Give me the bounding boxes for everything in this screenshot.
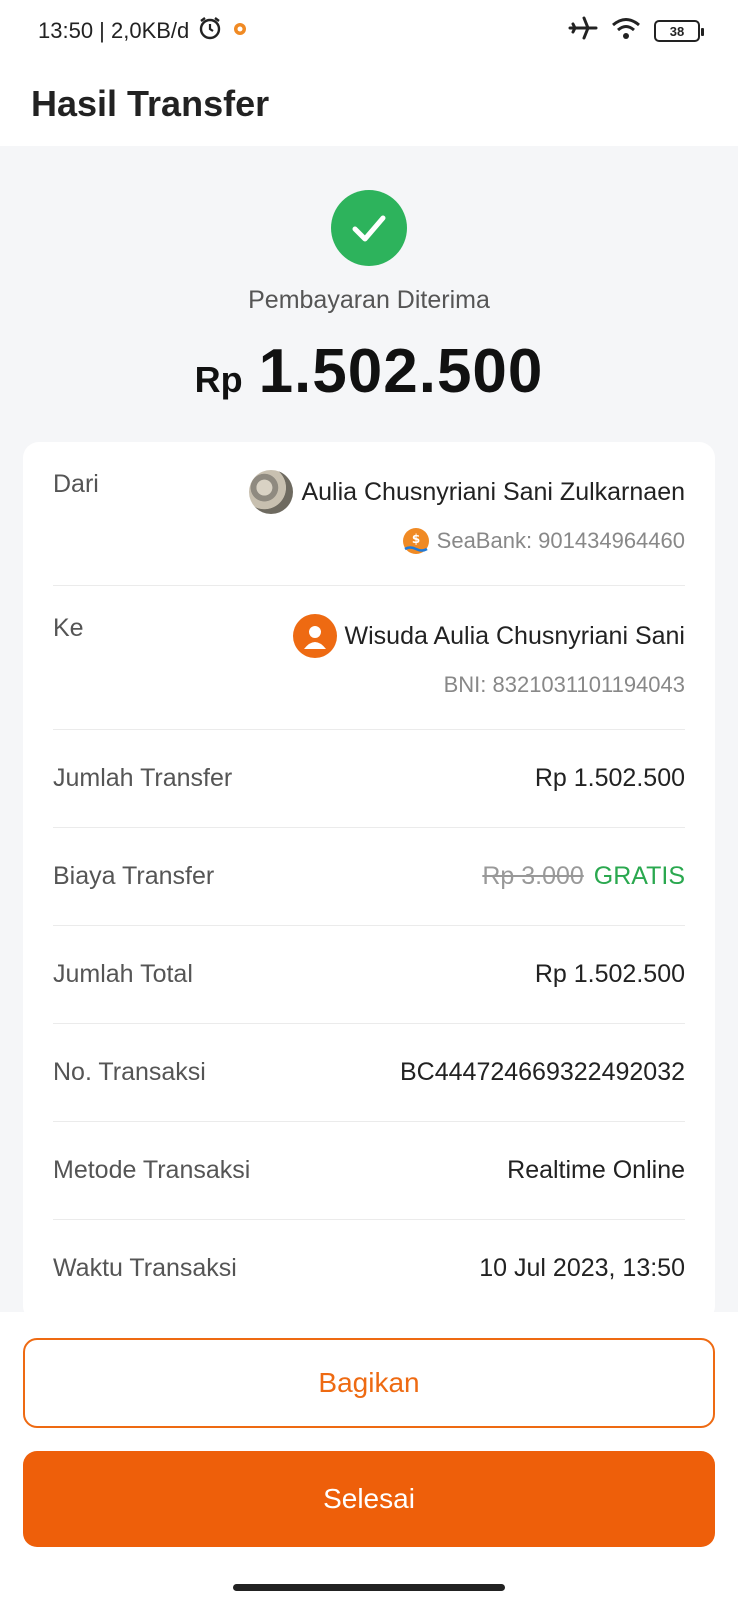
wifi-icon (610, 16, 642, 46)
success-check-icon (331, 190, 407, 266)
alarm-icon (197, 15, 223, 47)
detail-value: Rp 1.502.500 (534, 764, 685, 792)
app-header: Hasil Transfer (0, 62, 738, 146)
detail-value: 10 Jul 2023, 13:50 (479, 1254, 685, 1282)
recipient-info: Wisuda Aulia Chusnyriani Sani BNI: 83210… (292, 614, 685, 698)
detail-row-transaction-id: No. Transaksi BC444724669322492032 (53, 1024, 685, 1122)
sender-info: Aulia Chusnyriani Sani Zulkarnaen $ SeaB… (249, 470, 685, 554)
user-avatar-icon (292, 614, 337, 658)
share-button[interactable]: Bagikan (23, 1338, 715, 1428)
airplane-icon (568, 15, 598, 47)
recipient-name-line: Wisuda Aulia Chusnyriani Sani (292, 614, 685, 658)
fee-value: Rp 3.000 GRATIS (482, 862, 685, 891)
detail-label: Ke (53, 614, 84, 642)
transfer-result-summary: Pembayaran Diterima Rp 1.502.500 (0, 146, 738, 442)
recipient-account-line: BNI: 8321031101194043 (444, 672, 685, 698)
detail-value: Realtime Online (507, 1156, 685, 1184)
status-right: 38 (568, 15, 704, 47)
amount-display: Rp 1.502.500 (0, 336, 738, 407)
detail-label: Waktu Transaksi (53, 1254, 237, 1282)
notification-app-icon (231, 18, 249, 44)
sender-name-line: Aulia Chusnyriani Sani Zulkarnaen (249, 470, 685, 514)
payment-status-label: Pembayaran Diterima (248, 286, 490, 314)
detail-row-method: Metode Transaksi Realtime Online (53, 1122, 685, 1220)
original-fee: Rp 3.000 (482, 862, 584, 890)
detail-row-total: Jumlah Total Rp 1.502.500 (53, 926, 685, 1024)
page-title: Hasil Transfer (31, 83, 270, 124)
detail-row-time: Waktu Transaksi 10 Jul 2023, 13:50 (53, 1220, 685, 1318)
detail-row-to: Ke Wisuda Aulia Chusnyriani Sani BNI: 83… (53, 586, 685, 730)
status-bar: 13:50 | 2,0KB/d 38 (0, 0, 738, 62)
detail-row-transfer-amount: Jumlah Transfer Rp 1.502.500 (53, 730, 685, 828)
sender-account: SeaBank: 901434964460 (436, 528, 685, 553)
transaction-details-card: Dari Aulia Chusnyriani Sani Zulkarnaen $… (23, 442, 715, 1322)
detail-value: Rp 1.502.500 (534, 960, 685, 988)
detail-label: Metode Transaksi (53, 1156, 251, 1184)
detail-label: Biaya Transfer (53, 862, 215, 890)
sender-account-line: $ SeaBank: 901434964460 (402, 528, 685, 554)
seabank-icon: $ (402, 528, 429, 554)
recipient-name: Wisuda Aulia Chusnyriani Sani (344, 621, 685, 650)
recipient-account: BNI: 8321031101194043 (443, 672, 685, 697)
free-badge: GRATIS (593, 862, 685, 890)
detail-label: Dari (53, 470, 99, 498)
svg-text:$: $ (411, 532, 419, 546)
detail-row-transfer-fee: Biaya Transfer Rp 3.000 GRATIS (53, 828, 685, 926)
done-button[interactable]: Selesai (23, 1451, 715, 1547)
status-left: 13:50 | 2,0KB/d (38, 15, 249, 47)
status-time: 13:50 | 2,0KB/d (38, 18, 190, 43)
sender-avatar (249, 470, 294, 514)
amount-currency: Rp (194, 359, 243, 400)
detail-row-from: Dari Aulia Chusnyriani Sani Zulkarnaen $… (53, 442, 685, 586)
detail-label: No. Transaksi (53, 1058, 206, 1086)
battery-icon: 38 (654, 20, 704, 42)
amount-value: 1.502.500 (258, 337, 544, 406)
detail-label: Jumlah Transfer (53, 764, 233, 792)
detail-value: BC444724669322492032 (400, 1058, 685, 1086)
bottom-action-bar: Bagikan Selesai (0, 1312, 738, 1600)
sender-name: Aulia Chusnyriani Sani Zulkarnaen (301, 477, 685, 506)
home-indicator[interactable] (233, 1584, 505, 1591)
detail-label: Jumlah Total (53, 960, 193, 988)
